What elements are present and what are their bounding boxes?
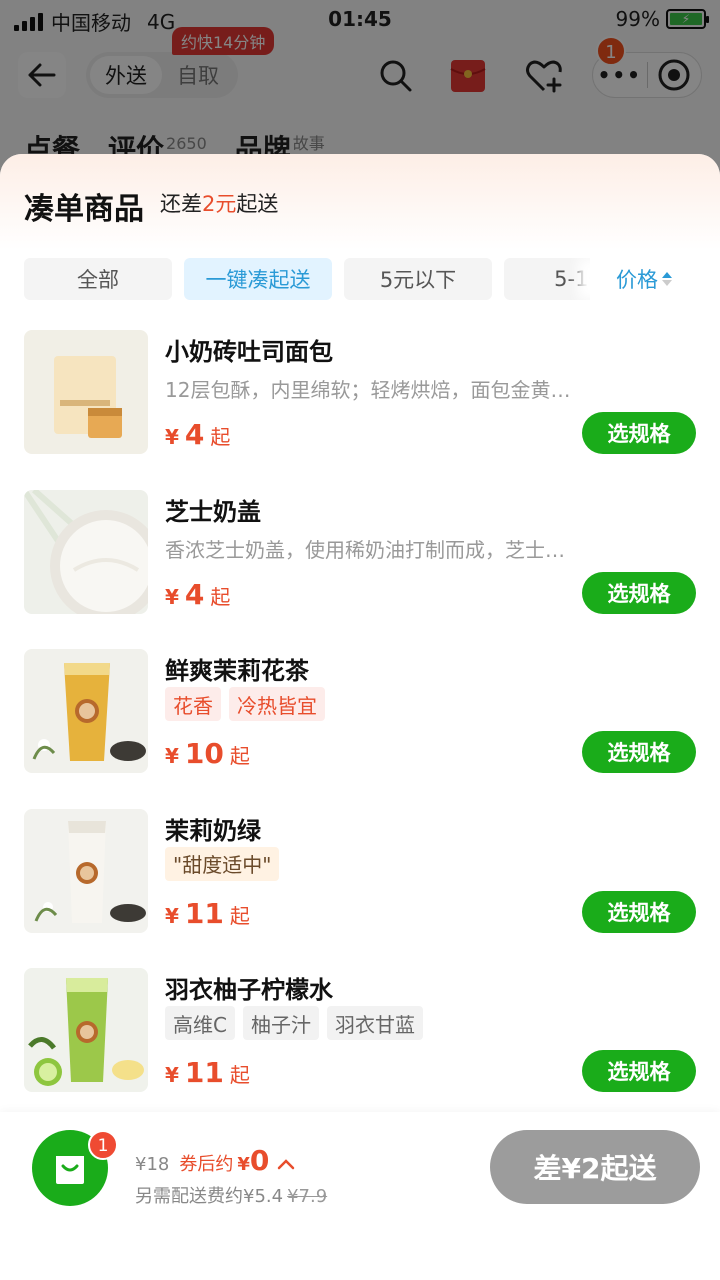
product-tag: 羽衣甘蓝	[326, 1006, 423, 1040]
product-desc: 香浓芝士奶盖，使用稀奶油打制而成，芝士…	[165, 537, 565, 562]
product-tags: "甜度适中"	[165, 846, 280, 881]
min-order-hint: 还差2元起送	[160, 192, 279, 216]
product-name: 鲜爽茉莉花茶	[165, 657, 309, 685]
product-price: ¥11 起	[165, 1056, 250, 1089]
product-tag: "甜度适中"	[165, 846, 280, 881]
original-total: ¥18	[135, 1154, 170, 1175]
filter-under-5[interactable]: 5元以下	[344, 258, 492, 300]
sort-arrows-icon	[662, 272, 672, 286]
product-image	[24, 808, 148, 933]
product-tag: 冷热皆宜	[229, 687, 325, 721]
after-coupon-amount: 0	[249, 1144, 270, 1177]
filter-all[interactable]: 全部	[24, 258, 172, 300]
price-sort-button[interactable]: 价格	[590, 258, 710, 300]
choose-spec-button[interactable]: 选规格	[582, 731, 696, 773]
product-item[interactable]: 茉莉奶绿 "甜度适中" ¥11 起 选规格	[0, 808, 720, 969]
product-image	[24, 489, 148, 614]
min-order-submit-button[interactable]: 差¥2起送	[490, 1130, 700, 1204]
product-item[interactable]: 小奶砖吐司面包 12层包酥，内里绵软；轻烤烘焙，面包金黄… ¥4 起 选规格	[0, 330, 720, 490]
product-name: 小奶砖吐司面包	[165, 338, 333, 366]
product-tags: 高维C 柚子汁 羽衣甘蓝	[165, 1006, 423, 1040]
product-price: ¥11 起	[165, 896, 250, 930]
shopping-bag-icon	[56, 1156, 84, 1184]
product-item[interactable]: 鲜爽茉莉花茶 花香 冷热皆宜 ¥10 起 选规格	[0, 649, 720, 809]
product-name: 芝士奶盖	[165, 497, 261, 526]
product-tag: 高维C	[165, 1006, 235, 1040]
choose-spec-button[interactable]: 选规格	[582, 412, 696, 454]
delivery-fee: 另需配送费约¥5.4 ¥7.9	[135, 1186, 328, 1207]
product-image	[24, 330, 148, 454]
product-name: 茉莉奶绿	[165, 816, 261, 845]
product-item[interactable]: 羽衣柚子柠檬水 高维C 柚子汁 羽衣甘蓝 ¥11 起 选规格	[0, 968, 720, 1128]
cart-count-badge: 1	[88, 1130, 118, 1160]
product-tag: 花香	[165, 687, 221, 721]
cart-bar: 1 ¥18 券后约 ¥ 0 另需配送费约¥5.4 ¥7.9 差¥2起送	[0, 1112, 720, 1280]
sheet-header: 凑单商品 还差2元起送	[0, 154, 720, 250]
product-image	[24, 649, 148, 773]
product-item[interactable]: 芝士奶盖 香浓芝士奶盖，使用稀奶油打制而成，芝士… ¥4 起 选规格	[0, 489, 720, 650]
after-coupon-label: 券后约	[179, 1154, 234, 1175]
cart-total[interactable]: ¥18 券后约 ¥ 0	[135, 1144, 295, 1177]
choose-spec-button[interactable]: 选规格	[582, 571, 696, 614]
product-name: 羽衣柚子柠檬水	[165, 976, 333, 1004]
product-price: ¥4 起	[165, 577, 231, 611]
product-list: 小奶砖吐司面包 12层包酥，内里绵软；轻烤烘焙，面包金黄… ¥4 起 选规格 芝士…	[0, 330, 720, 1128]
product-tags: 花香 冷热皆宜	[165, 687, 325, 721]
choose-spec-button[interactable]: 选规格	[582, 1050, 696, 1092]
filter-quick-fill[interactable]: 一键凑起送	[184, 258, 332, 300]
product-price: ¥10 起	[165, 737, 250, 770]
product-price: ¥4 起	[165, 418, 231, 451]
product-tag: 柚子汁	[242, 1006, 319, 1040]
product-desc: 12层包酥，内里绵软；轻烤烘焙，面包金黄…	[165, 378, 571, 402]
choose-spec-button[interactable]: 选规格	[582, 890, 696, 933]
chevron-up-icon	[277, 1154, 295, 1175]
sheet-title: 凑单商品	[24, 192, 144, 227]
product-image	[24, 968, 148, 1092]
